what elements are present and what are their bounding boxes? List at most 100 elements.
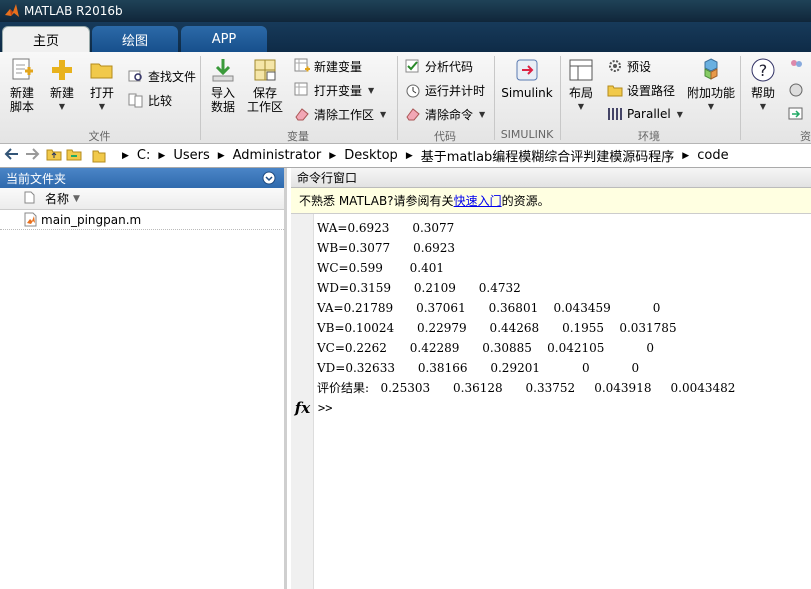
save-workspace-label: 保存 工作区 <box>246 86 283 114</box>
function-browser-icon[interactable]: fx <box>291 399 314 417</box>
help-button[interactable]: ? 帮助 ▼ <box>748 57 778 114</box>
open-variable-label: 打开变量 <box>314 83 363 98</box>
import-icon <box>212 59 234 82</box>
import-data-button[interactable]: 导入 数据 <box>206 57 240 114</box>
new-label: 新建 <box>49 86 74 100</box>
tab-plots[interactable]: 绘图 <box>92 26 178 52</box>
file-column-icon <box>24 191 35 207</box>
output-line: VA=0.21789 0.37061 0.36801 0.043459 0 <box>317 301 661 315</box>
window-title: MATLAB R2016b <box>24 4 123 18</box>
new-variable-icon <box>294 58 310 72</box>
output-line: VD=0.32633 0.38166 0.29201 0 0 <box>317 361 640 375</box>
command-prompt-line[interactable]: fx >> <box>291 397 811 419</box>
set-path-button[interactable]: 设置路径 <box>607 80 675 100</box>
open-variable-icon <box>294 82 308 96</box>
find-files-icon <box>128 70 142 82</box>
file-column-header[interactable]: 名称 ▼ <box>0 188 284 210</box>
output-line: WB=0.3077 0.6923 <box>317 241 456 255</box>
notice-suffix: 的资源。 <box>501 194 550 208</box>
command-output[interactable]: WA=0.6923 0.3077 WB=0.3077 0.6923 WC=0.5… <box>317 218 735 398</box>
current-folder-header: 当前文件夹 <box>0 168 284 188</box>
group-label-file: 文件 <box>88 130 111 143</box>
training-button[interactable] <box>788 104 808 124</box>
matlab-logo-icon <box>4 3 20 19</box>
new-variable-button[interactable]: 新建变量 <box>294 56 362 76</box>
layout-label: 布局 <box>568 86 593 100</box>
output-line: WD=0.3159 0.2109 0.4732 <box>317 281 521 295</box>
preferences-button[interactable]: 预设 <box>607 56 651 76</box>
browse-folder-icon[interactable] <box>66 147 82 165</box>
parallel-icon <box>608 108 622 120</box>
import-data-label: 导入 数据 <box>210 86 235 114</box>
analyze-code-button[interactable]: 分析代码 <box>405 56 473 76</box>
ribbon-toolstrip: 新建 脚本 新建 ▼ 打开 ▼ 查找文件 比较 文件 导入 数据 保存 工作区 … <box>0 52 811 144</box>
community-icon <box>791 60 802 67</box>
file-list-item[interactable]: main_pingpan.m <box>0 210 284 230</box>
breadcrumb-item[interactable]: C: <box>137 148 150 163</box>
svg-text:?: ? <box>759 61 768 80</box>
eraser-icon <box>406 108 420 121</box>
run-and-time-button[interactable]: 运行并计时 <box>405 80 485 100</box>
clear-workspace-label: 清除工作区 <box>314 107 375 122</box>
run-and-time-label: 运行并计时 <box>425 83 486 98</box>
new-script-button[interactable]: 新建 脚本 <box>6 57 38 114</box>
arrow-right-icon <box>788 107 803 120</box>
tab-home[interactable]: 主页 <box>2 26 90 52</box>
command-window-panel: 命令行窗口 不熟悉 MATLAB?请参阅有关 快速入门 的资源。 WA=0.69… <box>291 168 811 589</box>
layout-button[interactable]: 布局 ▼ <box>566 57 596 114</box>
new-button[interactable]: 新建 ▼ <box>46 57 78 114</box>
support-icon <box>789 83 803 97</box>
breadcrumb-item[interactable]: Users <box>173 148 209 163</box>
group-label-resources: 资 <box>800 130 811 143</box>
group-label-code: 代码 <box>434 130 456 143</box>
breadcrumb-item[interactable]: Administrator <box>233 148 322 163</box>
open-button[interactable]: 打开 ▼ <box>86 57 118 114</box>
clear-workspace-button[interactable]: 清除工作区 ▼ <box>294 104 386 124</box>
folder-open-icon <box>90 63 113 79</box>
chevron-down-icon: ▼ <box>676 109 683 119</box>
preferences-label: 预设 <box>627 59 652 74</box>
forward-arrow-icon[interactable] <box>24 147 40 165</box>
simulink-button[interactable]: Simulink <box>501 57 553 100</box>
parallel-button[interactable]: Parallel ▼ <box>607 104 683 124</box>
gear-icon <box>609 60 621 72</box>
add-ons-button[interactable]: 附加功能 ▼ <box>686 57 736 114</box>
open-variable-button[interactable]: 打开变量 ▼ <box>294 80 374 100</box>
breadcrumb-separator-icon: ▶ <box>682 150 690 161</box>
community-icon-button[interactable] <box>788 56 808 76</box>
chevron-down-icon: ▼ <box>58 102 66 111</box>
current-folder-panel: 当前文件夹 名称 ▼ main_pingpan.m <box>0 168 287 589</box>
breadcrumb-item[interactable]: 基于matlab编程模糊综合评判建模源码程序 <box>421 146 675 165</box>
chevron-down-icon: ▼ <box>759 102 767 111</box>
back-arrow-icon[interactable] <box>4 147 20 165</box>
group-label-simulink: SIMULINK <box>500 128 554 141</box>
breadcrumb-item[interactable]: code <box>697 148 728 163</box>
getting-started-link[interactable]: 快速入门 <box>454 192 502 209</box>
group-divider <box>740 56 741 140</box>
find-files-label: 查找文件 <box>148 69 197 84</box>
request-support-button[interactable] <box>788 80 808 100</box>
help-icon: ? <box>751 58 775 82</box>
tab-apps[interactable]: APP <box>181 26 267 52</box>
sort-arrow-icon: ▼ <box>73 193 80 204</box>
up-folder-icon[interactable] <box>46 147 62 165</box>
command-window-title: 命令行窗口 <box>297 171 358 185</box>
output-line: WA=0.6923 0.3077 <box>317 221 455 235</box>
clear-commands-button[interactable]: 清除命令 ▼ <box>405 104 485 124</box>
breadcrumb-separator-icon: ▶ <box>405 150 413 161</box>
panel-menu-icon[interactable] <box>262 171 276 188</box>
output-line: VC=0.2262 0.42289 0.30885 0.042105 0 <box>317 341 655 355</box>
compare-button[interactable]: 比较 <box>128 90 172 110</box>
breadcrumb-separator-icon: ▶ <box>329 150 337 161</box>
breadcrumb-item[interactable]: Desktop <box>344 148 398 163</box>
add-ons-label: 附加功能 <box>686 86 735 100</box>
save-workspace-button[interactable]: 保存 工作区 <box>246 57 284 114</box>
compare-icon <box>128 93 143 108</box>
find-files-button[interactable]: 查找文件 <box>128 66 196 86</box>
title-bar: MATLAB R2016b <box>0 0 811 22</box>
breadcrumb: ▶ C: ▶ Users ▶ Administrator ▶ Desktop ▶… <box>114 146 729 165</box>
breadcrumb-separator-icon: ▶ <box>158 150 166 161</box>
compare-label: 比较 <box>148 93 173 108</box>
file-name: main_pingpan.m <box>41 212 142 227</box>
plus-icon <box>52 60 72 80</box>
